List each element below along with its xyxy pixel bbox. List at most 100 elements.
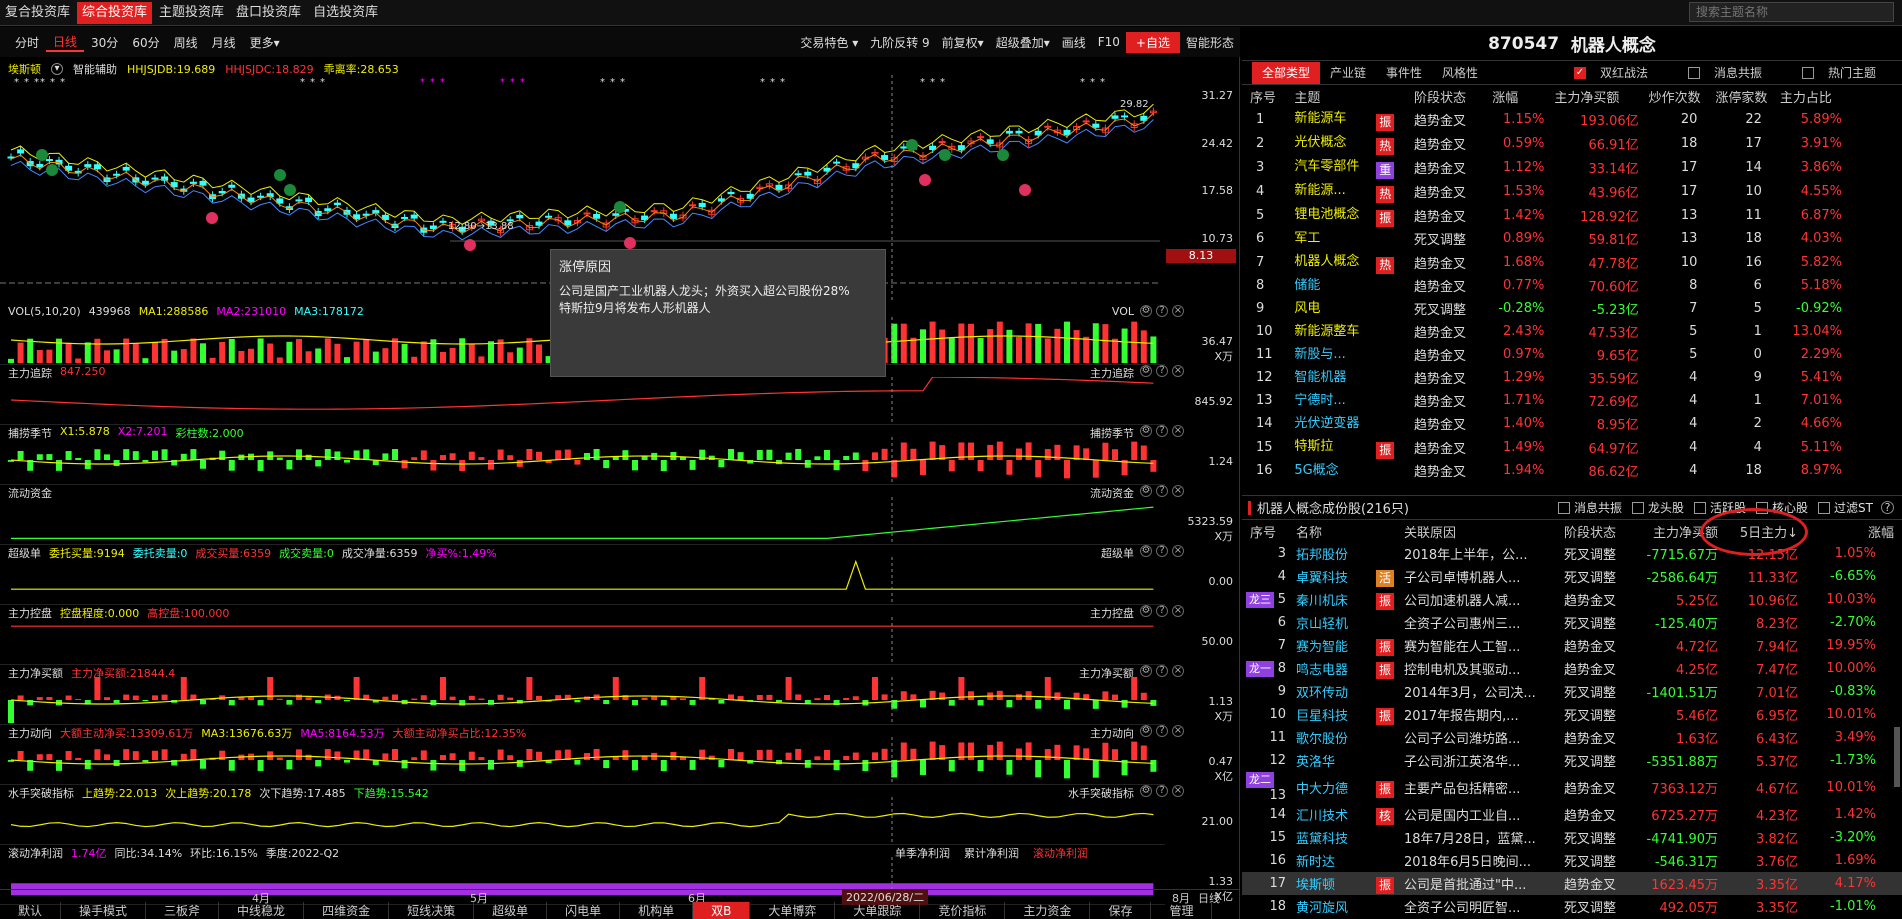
theme-col-5[interactable]: 炒作次数 <box>1645 85 1712 107</box>
toolbar-item-5[interactable]: F10 <box>1092 35 1126 49</box>
period-tab-6[interactable]: 更多▾ <box>243 34 287 51</box>
cons-name[interactable]: 京山轻机 <box>1296 613 1376 632</box>
cons-name[interactable]: 赛为智能 <box>1296 636 1376 655</box>
add-watchlist-button[interactable]: +自选 <box>1125 31 1180 53</box>
type-tab-1[interactable]: 产业链 <box>1320 62 1376 84</box>
bottom-tab-3[interactable]: 中线稳龙 <box>219 902 305 919</box>
cons-name-cell[interactable]: 双环传动 <box>1292 680 1400 703</box>
cons-name[interactable]: 巨星科技 <box>1296 705 1376 724</box>
cons-name-cell[interactable]: 拓邦股份 <box>1292 542 1400 565</box>
gear-icon[interactable]: ⚙ <box>1140 365 1152 377</box>
cons-row[interactable]: 18 黄河旋风 全资子公司明匠智... 死叉调整 492.05万 3.35亿 -1.01% <box>1242 895 1902 918</box>
theme-filter-2[interactable]: 热门主题 <box>1792 62 1896 84</box>
bottom-tab-14[interactable]: 保存 <box>1090 902 1152 919</box>
panel-1-chart[interactable] <box>0 377 1165 423</box>
theme-name-cell[interactable]: 光伏逆变器 <box>1290 412 1410 435</box>
bottom-tab-10[interactable]: 大单博弈 <box>750 902 836 919</box>
theme-name-cell[interactable]: 新能源整车 <box>1290 320 1410 343</box>
theme-row[interactable]: 13 宁德时... 趋势金叉 1.71% 72.69亿 4 1 7.01% <box>1242 389 1902 412</box>
theme-col-3[interactable]: 涨幅 <box>1488 85 1550 107</box>
search-input[interactable] <box>1689 2 1894 22</box>
cons-row[interactable]: 龙一 8 鸣志电器振控制电机及其驱动... 趋势金叉 4.25亿 7.47亿 10.00% <box>1242 657 1902 680</box>
close-icon[interactable]: × <box>1172 725 1184 737</box>
cons-name[interactable]: 新时达 <box>1296 851 1376 870</box>
bottom-tab-8[interactable]: 机构单 <box>620 902 694 919</box>
theme-name[interactable]: 锂电池概念 <box>1294 203 1376 222</box>
theme-row[interactable]: 1 新能源车振趋势金叉 1.15% 193.06亿 20 22 5.89% <box>1242 107 1902 131</box>
cons-name-cell[interactable]: 新时达 <box>1292 849 1400 872</box>
dropdown-icon[interactable]: ▾ <box>51 63 63 75</box>
theme-name-cell[interactable]: 光伏概念热 <box>1290 131 1410 155</box>
cons-row[interactable]: 16 新时达 2018年6月5日晚间... 死叉调整 -546.31万 3.76亿 1.69… <box>1242 849 1902 872</box>
nav-tab-4[interactable]: 自选投资库 <box>308 2 383 24</box>
help-icon[interactable]: ? <box>1156 605 1168 617</box>
checkbox-icon[interactable] <box>1801 66 1814 79</box>
cons-name-cell[interactable]: 赛为智能振 <box>1292 634 1400 657</box>
cons-name-cell[interactable]: 埃斯顿振 <box>1292 872 1400 895</box>
bottom-tab-11[interactable]: 大单跟踪 <box>835 902 921 919</box>
bottom-tab-0[interactable]: 默认 <box>0 902 62 919</box>
cons-row[interactable]: 9 双环传动 2014年3月，公司决... 死叉调整 -1401.51万 7.01亿 -0.… <box>1242 680 1902 703</box>
gear-icon[interactable]: ⚙ <box>1140 305 1152 317</box>
close-icon[interactable]: × <box>1172 485 1184 497</box>
theme-col-4[interactable]: 主力净买额 <box>1550 85 1644 107</box>
nav-tab-1[interactable]: 综合投资库 <box>77 1 153 24</box>
theme-name[interactable]: 光伏概念 <box>1294 131 1376 150</box>
cons-filter-0[interactable]: 消息共振 <box>1557 499 1622 516</box>
bottom-tab-12[interactable]: 竞价指标 <box>920 902 1006 919</box>
theme-name-cell[interactable]: 新能源车振 <box>1290 107 1410 131</box>
smart-pattern-button[interactable]: 智能形态 <box>1180 34 1240 51</box>
profit-tab-1[interactable]: 累计净利润 <box>964 845 1019 861</box>
help-icon[interactable]: ? <box>1881 501 1894 514</box>
cons-name-cell[interactable]: 英洛华 <box>1292 749 1400 772</box>
bottom-tab-15[interactable]: 管理 <box>1151 902 1213 919</box>
theme-name[interactable]: 储能 <box>1294 274 1376 293</box>
theme-name[interactable]: 汽车零部件 <box>1294 155 1376 174</box>
theme-name[interactable]: 新能源车 <box>1294 107 1376 126</box>
cons-filter-1[interactable]: 龙头股 <box>1632 499 1684 516</box>
close-icon[interactable]: × <box>1172 305 1184 317</box>
help-icon[interactable]: ? <box>1156 665 1168 677</box>
panel-5-chart[interactable] <box>0 617 1165 663</box>
theme-name-cell[interactable]: 风电 <box>1290 297 1410 320</box>
cons-col-6[interactable]: 涨幅 <box>1806 520 1902 542</box>
help-icon[interactable]: ? <box>1156 725 1168 737</box>
close-icon[interactable]: × <box>1172 605 1184 617</box>
theme-filter-0[interactable]: ✓ 双红战法 <box>1564 62 1668 84</box>
theme-col-0[interactable]: 序号 <box>1242 85 1290 107</box>
cons-row[interactable]: 17 埃斯顿振公司是首批通过"中... 趋势金叉 1623.45万 3.35亿 4.17% <box>1242 872 1902 895</box>
theme-row[interactable]: 7 机器人概念热趋势金叉 1.68% 47.78亿 10 16 5.82% <box>1242 250 1902 274</box>
gear-icon[interactable]: ⚙ <box>1140 485 1152 497</box>
theme-name-cell[interactable]: 新股与... <box>1290 343 1410 366</box>
toolbar-item-2[interactable]: 前复权▾ <box>936 34 990 51</box>
cons-name-cell[interactable]: 汇川技术核 <box>1292 803 1400 826</box>
gear-icon[interactable]: ⚙ <box>1140 725 1152 737</box>
help-icon[interactable]: ? <box>1156 365 1168 377</box>
type-tab-2[interactable]: 事件性 <box>1376 62 1432 84</box>
theme-row[interactable]: 10 新能源整车 趋势金叉 2.43% 47.53亿 5 1 13.04% <box>1242 320 1902 343</box>
cons-row[interactable]: 14 汇川技术核公司是国内工业自... 趋势金叉 6725.27万 4.23亿 1.42% <box>1242 803 1902 826</box>
theme-name[interactable]: 5G概念 <box>1294 459 1376 478</box>
close-icon[interactable]: × <box>1172 365 1184 377</box>
cons-col-0[interactable]: 序号 <box>1242 520 1292 542</box>
nav-tab-3[interactable]: 盘口投资库 <box>231 2 306 24</box>
gear-icon[interactable]: ⚙ <box>1140 605 1152 617</box>
theme-name-cell[interactable]: 锂电池概念振 <box>1290 203 1410 227</box>
theme-row[interactable]: 12 智能机器 趋势金叉 1.29% 35.59亿 4 9 5.41% <box>1242 366 1902 389</box>
theme-name-cell[interactable]: 储能 <box>1290 274 1410 297</box>
toolbar-item-4[interactable]: 画线 <box>1056 34 1092 51</box>
cons-name-cell[interactable]: 中大力德振 <box>1292 772 1400 803</box>
cons-name[interactable]: 英洛华 <box>1296 751 1376 770</box>
cons-row[interactable]: 龙二 13 中大力德振主要产品包括精密... 趋势金叉 7363.12万 4.67亿 10.… <box>1242 772 1902 803</box>
gear-icon[interactable]: ⚙ <box>1140 545 1152 557</box>
cons-filter-4[interactable]: 过滤ST <box>1818 499 1873 516</box>
period-tab-5[interactable]: 月线 <box>205 34 243 51</box>
cons-name[interactable]: 汇川技术 <box>1296 805 1376 824</box>
cons-name[interactable]: 鸣志电器 <box>1296 659 1376 678</box>
theme-col-7[interactable]: 主力占比 <box>1776 85 1902 107</box>
theme-name-cell[interactable]: 新能源... 热 <box>1290 179 1410 203</box>
theme-name[interactable]: 宁德时... <box>1294 389 1376 408</box>
cons-name[interactable]: 蓝黛科技 <box>1296 828 1376 847</box>
theme-name-cell[interactable]: 汽车零部件重 <box>1290 155 1410 179</box>
theme-col-1[interactable]: 主题 <box>1290 85 1410 107</box>
